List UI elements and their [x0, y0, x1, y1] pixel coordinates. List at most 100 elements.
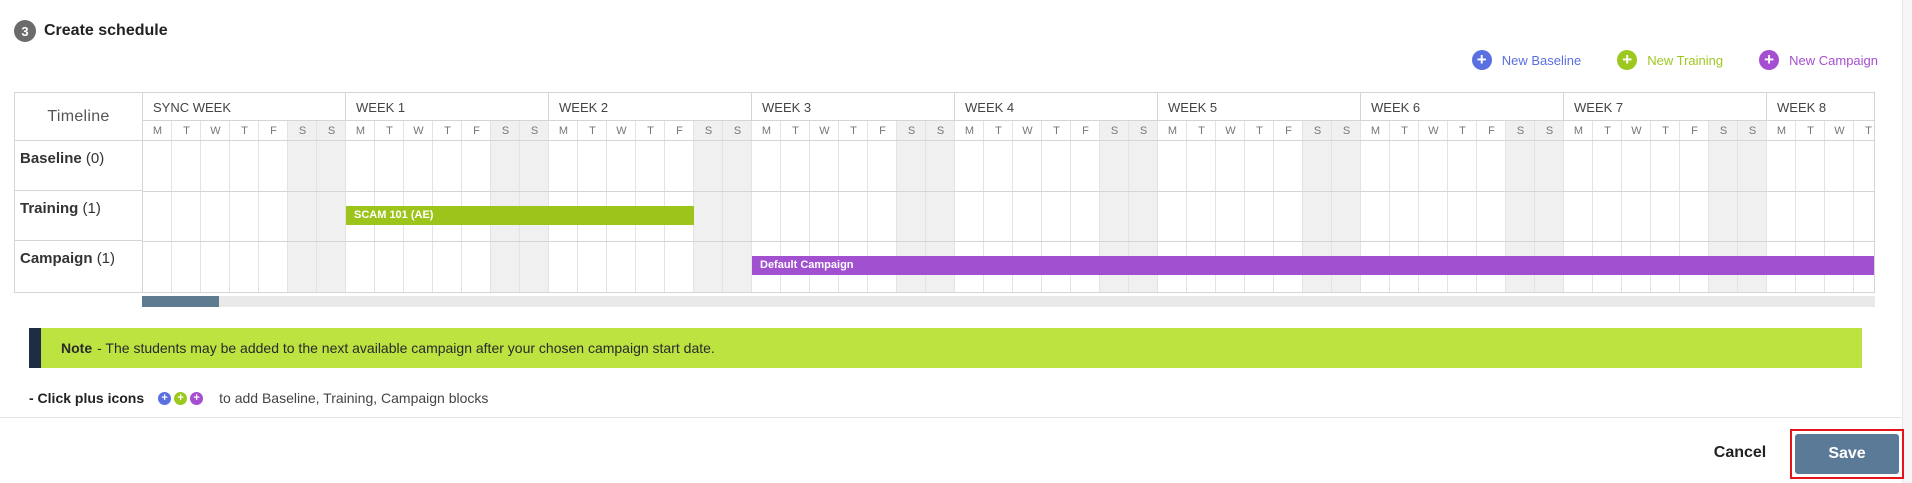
day-label: F — [259, 121, 288, 141]
row-label-training: Training (1) — [15, 191, 142, 241]
row-name: Training — [20, 200, 79, 217]
footer-divider — [0, 417, 1912, 418]
note-banner: Note - The students may be added to the … — [29, 328, 1862, 368]
day-label: F — [1071, 121, 1100, 141]
row-name: Baseline — [20, 150, 82, 167]
day-label: S — [897, 121, 926, 141]
day-label: T — [172, 121, 201, 141]
hint-prefix: - Click plus icons — [29, 390, 145, 406]
plus-circle-icon: + — [1759, 50, 1780, 70]
cancel-button[interactable]: Cancel — [1706, 440, 1774, 466]
day-label: T — [1448, 121, 1477, 141]
gantt-timeline: Timeline Baseline (0) Training (1) Campa… — [14, 92, 1875, 293]
note-text: - The students may be added to the next … — [97, 340, 715, 356]
day-label: T — [1651, 121, 1680, 141]
day-label: S — [1332, 121, 1361, 141]
day-column — [143, 121, 172, 292]
day-label: T — [1042, 121, 1071, 141]
day-label: S — [1709, 121, 1738, 141]
day-label: W — [1013, 121, 1042, 141]
day-label: W — [810, 121, 839, 141]
day-column — [288, 121, 317, 292]
day-label: S — [926, 121, 955, 141]
day-label: S — [1535, 121, 1564, 141]
day-column — [172, 121, 201, 292]
step-header: 3 Create schedule — [14, 20, 168, 42]
day-label: W — [1419, 121, 1448, 141]
row-divider — [143, 191, 1874, 192]
plus-circle-icon: + — [1471, 50, 1492, 70]
day-label: F — [1680, 121, 1709, 141]
day-label: T — [230, 121, 259, 141]
week-header: WEEK 6 — [1361, 93, 1564, 121]
schedule-block[interactable]: SCAM 101 (AE) — [346, 206, 694, 225]
day-label: F — [1274, 121, 1303, 141]
day-label: W — [1216, 121, 1245, 141]
blue-plus-icon: + — [158, 391, 172, 405]
note-prefix: Note — [61, 340, 93, 356]
week-header: WEEK 5 — [1158, 93, 1361, 121]
day-label: S — [1506, 121, 1535, 141]
day-column — [259, 121, 288, 292]
row-divider — [143, 241, 1874, 242]
day-label: M — [1564, 121, 1593, 141]
step-number-badge: 3 — [14, 20, 36, 42]
new-campaign-link[interactable]: + New Campaign — [1759, 50, 1878, 70]
row-count: (1) — [96, 250, 116, 267]
day-label: T — [1245, 121, 1274, 141]
new-training-link[interactable]: + New Training — [1617, 50, 1723, 70]
day-label: M — [346, 121, 375, 141]
purple-plus-icon: + — [190, 391, 204, 405]
day-label: S — [1303, 121, 1332, 141]
day-column — [201, 121, 230, 292]
day-label: S — [520, 121, 549, 141]
day-column — [317, 121, 346, 292]
new-baseline-label: New Baseline — [1501, 52, 1582, 68]
day-label: F — [1477, 121, 1506, 141]
day-label: M — [752, 121, 781, 141]
day-label: T — [1187, 121, 1216, 141]
day-label: S — [288, 121, 317, 141]
plus-icons-legend: + + + — [158, 391, 204, 405]
day-label: S — [1100, 121, 1129, 141]
schedule-block[interactable]: Default Campaign — [752, 256, 1874, 275]
day-label: T — [781, 121, 810, 141]
day-label: T — [1390, 121, 1419, 141]
new-baseline-link[interactable]: + New Baseline — [1471, 50, 1582, 70]
day-label: T — [1854, 121, 1874, 141]
day-label: T — [375, 121, 404, 141]
day-label: T — [433, 121, 462, 141]
schedule-panel: 3 Create schedule + New Baseline + New T… — [0, 0, 1912, 483]
day-label: W — [404, 121, 433, 141]
day-label: M — [143, 121, 172, 141]
day-label: W — [607, 121, 636, 141]
day-label: T — [578, 121, 607, 141]
add-block-links: + New Baseline + New Training + New Camp… — [1471, 50, 1878, 70]
row-count: (0) — [85, 150, 105, 167]
day-label: S — [723, 121, 752, 141]
day-label: F — [665, 121, 694, 141]
row-label-campaign: Campaign (1) — [15, 241, 142, 292]
vertical-scrollbar[interactable] — [1902, 0, 1912, 483]
hint-text: to add Baseline, Training, Campaign bloc… — [219, 390, 489, 406]
week-header: WEEK 3 — [752, 93, 955, 121]
horizontal-scrollbar[interactable] — [142, 296, 1875, 307]
day-label: W — [201, 121, 230, 141]
save-button[interactable]: Save — [1795, 434, 1899, 474]
step-title: Create schedule — [44, 22, 168, 39]
day-label: T — [839, 121, 868, 141]
scrollbar-thumb[interactable] — [142, 296, 219, 307]
new-campaign-label: New Campaign — [1789, 52, 1878, 68]
day-label: T — [1796, 121, 1825, 141]
day-label: S — [1738, 121, 1767, 141]
day-column — [694, 121, 723, 292]
plus-circle-icon: + — [1617, 50, 1638, 70]
day-label: M — [549, 121, 578, 141]
week-header: WEEK 8 — [1767, 93, 1874, 121]
day-label: S — [1129, 121, 1158, 141]
day-label: T — [636, 121, 665, 141]
week-header: WEEK 2 — [549, 93, 752, 121]
day-label: F — [462, 121, 491, 141]
green-plus-icon: + — [174, 391, 188, 405]
day-label: M — [1767, 121, 1796, 141]
